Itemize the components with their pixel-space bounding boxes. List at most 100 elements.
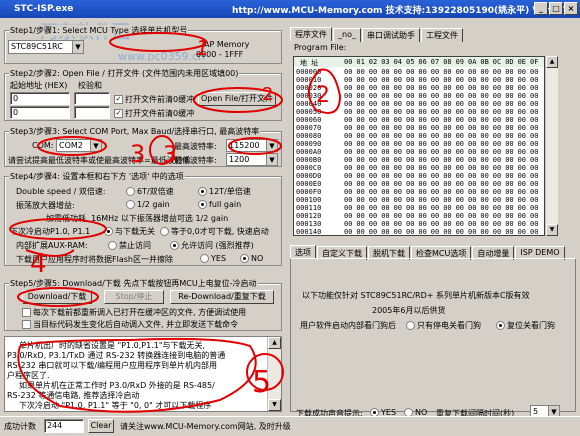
hex-byte[interactable]: 00 (431, 180, 439, 188)
hex-byte[interactable]: 00 (530, 188, 538, 196)
hex-byte[interactable]: 00 (456, 220, 464, 228)
hex-byte[interactable]: 00 (480, 148, 488, 156)
hex-byte[interactable]: 00 (530, 180, 538, 188)
hex-byte[interactable]: 00 (431, 76, 439, 84)
hex-byte[interactable]: 00 (530, 156, 538, 164)
hex-byte[interactable]: 00 (406, 204, 414, 212)
hex-byte[interactable]: 00 (344, 92, 352, 100)
hex-byte[interactable]: 00 (443, 84, 451, 92)
checksum-input-2[interactable] (74, 106, 110, 119)
hex-byte[interactable]: 00 (530, 132, 538, 140)
hex-byte[interactable]: 00 (344, 228, 352, 235)
hex-byte[interactable]: 00 (431, 92, 439, 100)
hex-byte[interactable]: 00 (369, 68, 377, 76)
hex-byte[interactable]: 00 (456, 156, 464, 164)
hex-byte[interactable]: 00 (369, 172, 377, 180)
close-button[interactable]: × (564, 2, 578, 15)
hex-byte[interactable]: 00 (356, 76, 364, 84)
hex-byte[interactable]: 00 (493, 196, 501, 204)
hex-byte[interactable]: 00 (381, 204, 389, 212)
double-speed-12t-radio[interactable]: 12T/单倍速 (198, 186, 251, 197)
scroll-down-icon[interactable]: ▼ (268, 399, 281, 411)
hex-byte[interactable]: 00 (394, 204, 402, 212)
hex-byte[interactable]: 00 (530, 68, 538, 76)
hex-byte[interactable]: 00 (406, 212, 414, 220)
hex-byte[interactable]: 00 (369, 92, 377, 100)
hex-byte[interactable]: 00 (356, 84, 364, 92)
hex-byte[interactable]: 00 (530, 140, 538, 148)
hex-byte[interactable]: 00 (456, 76, 464, 84)
hex-byte[interactable]: 00 (493, 68, 501, 76)
gain-half-radio[interactable]: 1/2 gain (126, 200, 170, 209)
hex-byte[interactable]: 00 (468, 76, 476, 84)
hex-byte[interactable]: 00 (394, 116, 402, 124)
hex-byte[interactable]: 00 (381, 124, 389, 132)
hex-byte[interactable]: 00 (505, 204, 513, 212)
hex-byte[interactable]: 00 (381, 212, 389, 220)
hex-byte[interactable]: 00 (493, 108, 501, 116)
log-scrollbar[interactable]: ▲ ▼ (267, 337, 281, 411)
hex-byte[interactable]: 00 (518, 68, 526, 76)
hex-byte[interactable]: 00 (456, 100, 464, 108)
hex-byte[interactable]: 00 (356, 180, 364, 188)
hex-byte[interactable]: 00 (505, 164, 513, 172)
hex-byte[interactable]: 00 (518, 124, 526, 132)
hex-byte[interactable]: 00 (356, 68, 364, 76)
hex-byte[interactable]: 00 (468, 132, 476, 140)
hex-byte[interactable]: 00 (394, 172, 402, 180)
hex-byte[interactable]: 00 (381, 84, 389, 92)
start-address-input-1[interactable]: 0 (10, 92, 70, 105)
hex-byte[interactable]: 00 (456, 140, 464, 148)
hex-byte[interactable]: 00 (431, 204, 439, 212)
hex-byte[interactable]: 00 (480, 180, 488, 188)
hex-byte[interactable]: 00 (344, 204, 352, 212)
hex-byte[interactable]: 00 (443, 220, 451, 228)
hex-byte[interactable]: 00 (418, 220, 426, 228)
hex-byte[interactable]: 00 (344, 140, 352, 148)
hex-byte[interactable]: 00 (369, 180, 377, 188)
hex-byte[interactable]: 00 (394, 164, 402, 172)
hex-byte[interactable]: 00 (530, 84, 538, 92)
hex-byte[interactable]: 00 (344, 188, 352, 196)
hex-byte[interactable]: 00 (480, 116, 488, 124)
hex-byte[interactable]: 00 (493, 140, 501, 148)
hex-byte[interactable]: 00 (443, 180, 451, 188)
hex-byte[interactable]: 00 (344, 180, 352, 188)
hex-byte[interactable]: 00 (493, 116, 501, 124)
gain-full-radio[interactable]: full gain (198, 200, 241, 209)
hex-byte[interactable]: 00 (530, 164, 538, 172)
hex-byte[interactable]: 00 (530, 172, 538, 180)
hex-byte[interactable]: 00 (418, 108, 426, 116)
hex-byte[interactable]: 00 (518, 172, 526, 180)
hex-byte[interactable]: 00 (418, 204, 426, 212)
hex-byte[interactable]: 00 (518, 156, 526, 164)
hex-byte[interactable]: 00 (505, 140, 513, 148)
com-port-select[interactable]: COM2 ▼ (56, 139, 102, 152)
hex-byte[interactable]: 00 (468, 196, 476, 204)
hex-byte[interactable]: 00 (456, 164, 464, 172)
hex-byte[interactable]: 00 (505, 188, 513, 196)
hex-byte[interactable]: 00 (406, 76, 414, 84)
hex-byte[interactable]: 00 (406, 124, 414, 132)
hex-byte[interactable]: 00 (381, 188, 389, 196)
hex-byte[interactable]: 00 (480, 124, 488, 132)
hex-byte[interactable]: 00 (480, 68, 488, 76)
hex-byte[interactable]: 00 (406, 196, 414, 204)
min-baud-select[interactable]: 1200 ▼ (226, 153, 278, 166)
hex-byte[interactable]: 00 (443, 92, 451, 100)
hex-byte[interactable]: 00 (356, 220, 364, 228)
hex-byte[interactable]: 00 (406, 172, 414, 180)
hex-byte[interactable]: 00 (344, 116, 352, 124)
redownload-button[interactable]: Re-Download/重复下载 (170, 290, 274, 304)
hex-byte[interactable]: 00 (456, 228, 464, 235)
hex-byte[interactable]: 00 (406, 92, 414, 100)
hex-byte[interactable]: 00 (344, 84, 352, 92)
hex-byte[interactable]: 00 (394, 212, 402, 220)
hex-byte[interactable]: 00 (381, 164, 389, 172)
open-file-button[interactable]: Open File/打开文件 (198, 92, 276, 106)
hex-byte[interactable]: 00 (505, 124, 513, 132)
hex-byte[interactable]: 00 (344, 220, 352, 228)
hex-byte[interactable]: 00 (530, 100, 538, 108)
hex-byte[interactable]: 00 (480, 100, 488, 108)
hex-byte[interactable]: 00 (468, 228, 476, 235)
